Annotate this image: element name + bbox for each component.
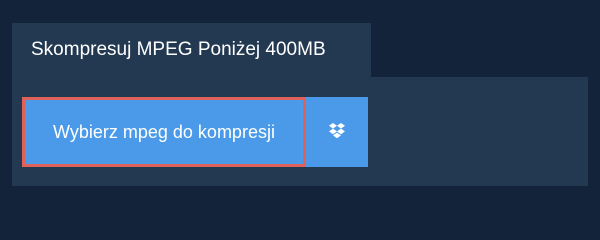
- choose-file-button[interactable]: Wybierz mpeg do kompresji: [22, 97, 306, 167]
- dropbox-button[interactable]: [306, 97, 368, 167]
- choose-file-button-label: Wybierz mpeg do kompresji: [53, 121, 275, 142]
- compress-tab-title: Skompresuj MPEG Poniżej 400MB: [12, 23, 371, 77]
- tab-title-text: Skompresuj MPEG Poniżej 400MB: [31, 39, 326, 60]
- dropbox-icon: [327, 122, 347, 142]
